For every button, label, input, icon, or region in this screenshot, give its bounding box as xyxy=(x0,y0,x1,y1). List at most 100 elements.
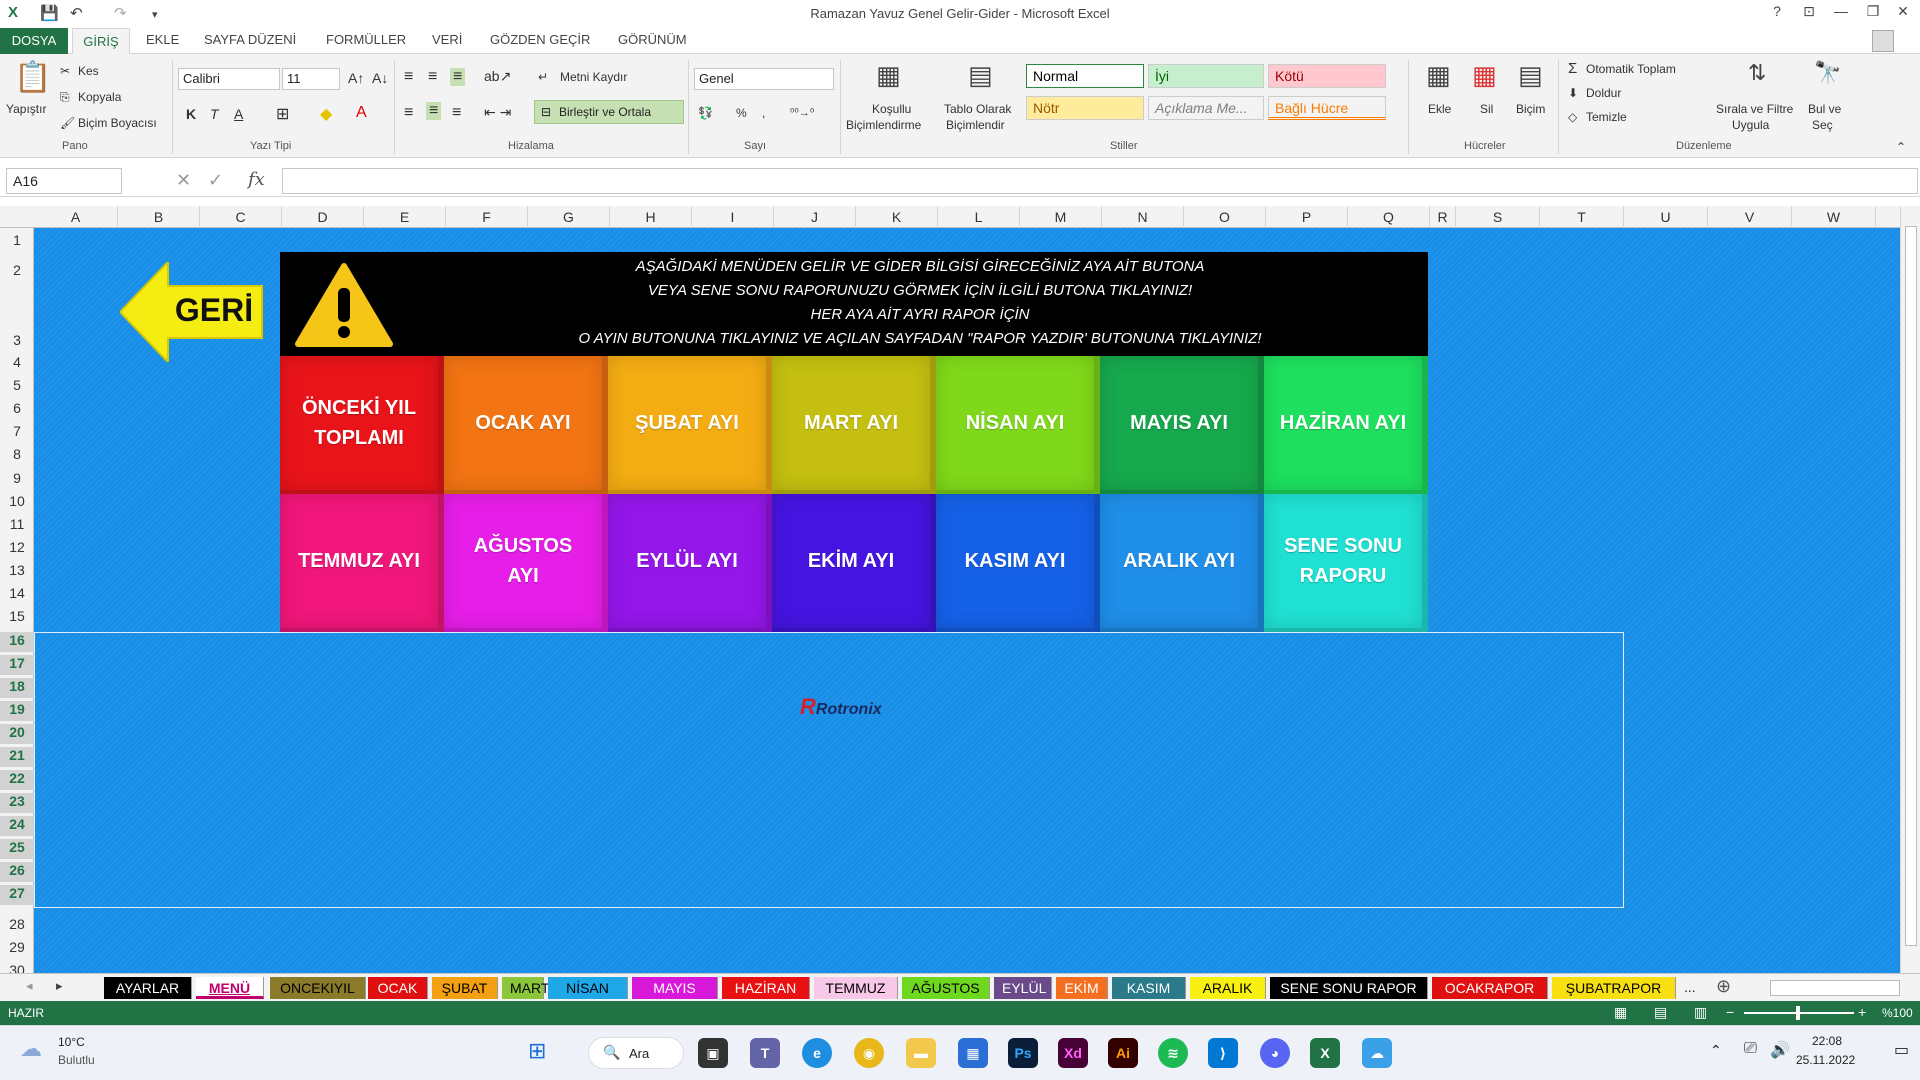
column-header[interactable]: O xyxy=(1184,206,1266,228)
collapse-ribbon-icon[interactable]: ⌃ xyxy=(1896,140,1906,154)
cancel-icon[interactable]: ✕ xyxy=(176,170,191,191)
copy-icon[interactable]: ⎘ xyxy=(60,90,70,105)
enter-icon[interactable]: ✓ xyxy=(208,170,223,191)
format-painter-button[interactable]: Biçim Boyacısı xyxy=(78,116,157,130)
format-as-table-label-2[interactable]: Biçimlendir xyxy=(946,118,1005,132)
currency-icon[interactable]: 💱 xyxy=(698,106,713,120)
column-header[interactable]: A xyxy=(34,206,118,228)
conditional-format-icon[interactable]: ▦ xyxy=(876,60,901,91)
close-button[interactable]: ✕ xyxy=(1888,3,1918,20)
sort-filter-label-2[interactable]: Uygula xyxy=(1732,118,1769,132)
sheet-tab[interactable]: ARALIK xyxy=(1190,977,1266,999)
font-color-icon[interactable]: A xyxy=(356,104,367,122)
column-header[interactable]: E xyxy=(364,206,446,228)
name-box[interactable]: A16 xyxy=(6,168,122,194)
normal-view-icon[interactable]: ▦ xyxy=(1614,1004,1627,1021)
tab-file[interactable]: DOSYA xyxy=(0,28,68,54)
row-header[interactable]: 22 xyxy=(0,770,34,790)
zoom-level[interactable]: %100 xyxy=(1882,1006,1913,1020)
copy-button[interactable]: Kopyala xyxy=(78,90,121,104)
column-header[interactable]: P xyxy=(1266,206,1348,228)
tab-data[interactable]: VERİ xyxy=(432,32,462,47)
cell-style-0[interactable]: Normal xyxy=(1026,64,1144,88)
page-break-view-icon[interactable]: ▥ xyxy=(1694,1004,1707,1021)
sheet-tab[interactable]: ŞUBATRAPOR xyxy=(1552,977,1676,999)
sheet-tab[interactable]: HAZİRAN xyxy=(722,977,810,999)
sheet-tab[interactable]: MART xyxy=(502,977,549,999)
discord-icon[interactable]: ◕ xyxy=(1260,1038,1290,1068)
row-header[interactable]: 2 xyxy=(0,262,34,282)
cut-button[interactable]: Kes xyxy=(78,64,99,78)
column-header[interactable]: L xyxy=(938,206,1020,228)
scrollbar-thumb[interactable] xyxy=(1905,226,1917,946)
menu-button[interactable]: AĞUSTOS AYI xyxy=(444,494,608,632)
row-header[interactable]: 28 xyxy=(0,916,34,936)
teams-icon[interactable]: T xyxy=(750,1038,780,1068)
format-cells-button[interactable]: Biçim xyxy=(1516,102,1545,116)
menu-button[interactable]: ŞUBAT AYI xyxy=(608,356,772,494)
menu-button[interactable]: MAYIS AYI xyxy=(1100,356,1264,494)
column-header[interactable]: K xyxy=(856,206,938,228)
font-size-select[interactable]: 11 xyxy=(282,68,340,90)
new-sheet-icon[interactable]: ⊕ xyxy=(1716,976,1731,997)
format-as-table-label-1[interactable]: Tablo Olarak xyxy=(944,102,1011,116)
column-header[interactable]: M xyxy=(1020,206,1102,228)
file-explorer-icon[interactable]: ▬ xyxy=(906,1038,936,1068)
bold-button[interactable]: K xyxy=(186,106,196,122)
row-header[interactable]: 6 xyxy=(0,400,34,420)
row-header[interactable]: 24 xyxy=(0,816,34,836)
indent-icon[interactable]: ⇤ ⇥ xyxy=(484,104,511,121)
zoom-out-icon[interactable]: − xyxy=(1726,1004,1734,1020)
sheet-tab[interactable]: NİSAN xyxy=(548,977,628,999)
row-header[interactable]: 9 xyxy=(0,470,34,490)
more-sheets-button[interactable]: ... xyxy=(1684,979,1696,995)
row-header[interactable]: 14 xyxy=(0,585,34,605)
sheet-tab[interactable]: OCAK xyxy=(368,977,428,999)
sheet-tab[interactable]: SENE SONU RAPOR xyxy=(1270,977,1428,999)
insert-function-button[interactable]: fx xyxy=(248,169,265,190)
find-select-label-1[interactable]: Bul ve xyxy=(1808,102,1841,116)
align-left-icon[interactable]: ≡ xyxy=(404,104,413,122)
column-header[interactable]: J xyxy=(774,206,856,228)
format-painter-icon[interactable]: 🖌 xyxy=(60,116,75,130)
row-header[interactable]: 15 xyxy=(0,608,34,628)
conditional-format-label-1[interactable]: Koşullu xyxy=(872,102,911,116)
adobe-xd-icon[interactable]: Xd xyxy=(1058,1038,1088,1068)
column-header[interactable]: V xyxy=(1708,206,1792,228)
column-header[interactable]: D xyxy=(282,206,364,228)
row-header[interactable]: 5 xyxy=(0,377,34,397)
conditional-format-label-2[interactable]: Biçimlendirme xyxy=(846,118,921,132)
menu-button[interactable]: OCAK AYI xyxy=(444,356,608,494)
clear-button[interactable]: Temizle xyxy=(1586,110,1627,124)
cell-style-3[interactable]: Nötr xyxy=(1026,96,1144,120)
row-header[interactable]: 11 xyxy=(0,516,34,536)
menu-button[interactable]: MART AYI xyxy=(772,356,936,494)
grow-font-icon[interactable]: A↑ xyxy=(348,70,364,86)
paste-button[interactable]: Yapıştır xyxy=(6,102,46,116)
comma-style-icon[interactable]: , xyxy=(762,106,765,120)
sheet-tab[interactable]: MENÜ xyxy=(196,977,264,999)
align-bottom-icon[interactable]: ≡ xyxy=(450,68,466,86)
align-top-icon[interactable]: ≡ xyxy=(404,68,413,86)
weather-icon[interactable]: ☁ xyxy=(20,1036,42,1062)
row-header[interactable]: 29 xyxy=(0,939,34,959)
delete-cells-button[interactable]: Sil xyxy=(1480,102,1493,116)
sheet-tab[interactable]: TEMMUZ xyxy=(814,977,898,999)
account-avatar[interactable] xyxy=(1872,30,1894,52)
sheet-tab[interactable]: OCAKRAPOR xyxy=(1432,977,1548,999)
row-header[interactable]: 19 xyxy=(0,701,34,721)
vertical-scrollbar[interactable] xyxy=(1900,206,1920,973)
wrap-text-icon[interactable]: ↵ xyxy=(538,70,548,84)
fill-icon[interactable]: ⬇ xyxy=(1568,86,1578,100)
row-header[interactable]: 8 xyxy=(0,446,34,466)
restore-button[interactable]: ❐ xyxy=(1858,3,1888,20)
italic-button[interactable]: T xyxy=(210,106,219,122)
row-header[interactable]: 25 xyxy=(0,839,34,859)
align-right-icon[interactable]: ≡ xyxy=(452,104,461,122)
menu-button[interactable]: EKİM AYI xyxy=(772,494,936,632)
percent-button[interactable]: % xyxy=(736,106,747,120)
tab-review[interactable]: GÖZDEN GEÇİR xyxy=(490,32,590,47)
row-header[interactable]: 12 xyxy=(0,539,34,559)
tab-insert[interactable]: EKLE xyxy=(146,32,179,47)
merge-center-button[interactable]: ⊟ Birleştir ve Ortala xyxy=(534,100,684,124)
